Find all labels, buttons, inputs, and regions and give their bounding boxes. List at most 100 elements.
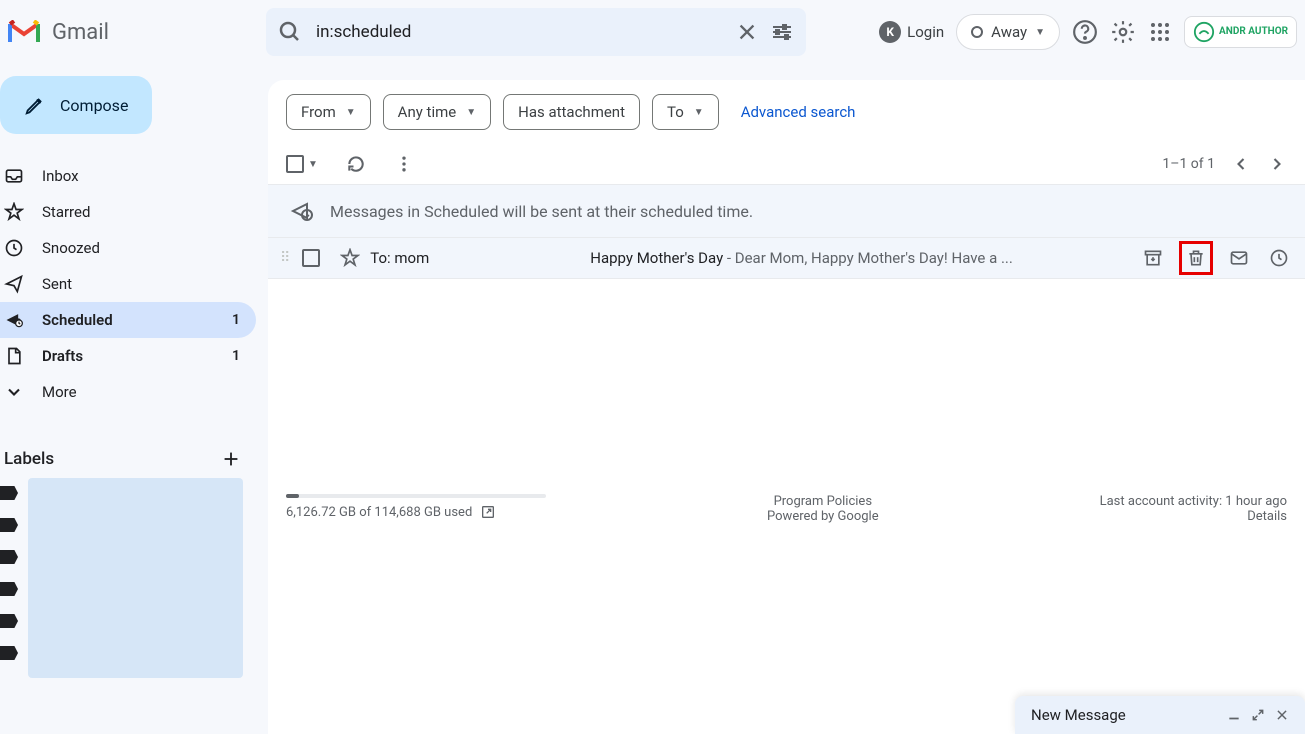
account-badge[interactable]: ANDR AUTHOR	[1184, 16, 1297, 48]
program-policies-link[interactable]: Program Policies	[767, 494, 879, 509]
status-dot-icon	[971, 26, 983, 38]
label-placeholder	[28, 478, 243, 678]
label-tag-icon[interactable]	[0, 550, 18, 564]
nav-inbox[interactable]: Inbox	[0, 158, 256, 194]
chevron-down-icon: ▼	[694, 107, 704, 118]
labels-title: Labels	[4, 449, 54, 469]
filter-from[interactable]: From▼	[286, 94, 371, 130]
add-label-icon[interactable]	[220, 448, 242, 470]
delete-icon[interactable]	[1179, 241, 1213, 275]
status-chip[interactable]: Away ▼	[956, 14, 1060, 50]
compose-popup-controls	[1227, 708, 1289, 722]
clock-icon	[4, 238, 24, 258]
toolbar: ▼ 1–1 of 1	[268, 144, 1305, 184]
expand-icon[interactable]	[1251, 708, 1265, 722]
drafts-icon	[4, 346, 24, 366]
drag-handle-icon[interactable]: ⠿	[280, 250, 288, 266]
nav-count: 1	[232, 312, 240, 328]
next-page-icon[interactable]	[1267, 154, 1287, 174]
footer-center: Program Policies Powered by Google	[767, 494, 879, 524]
toolbar-right: 1–1 of 1	[1162, 154, 1287, 174]
chevron-down-icon	[4, 382, 24, 402]
email-row[interactable]: ⠿ To: mom Happy Mother's Day - Dear Mom,…	[268, 237, 1305, 279]
status-label: Away	[991, 23, 1027, 41]
support-icon[interactable]	[1072, 19, 1098, 45]
apps-grid-icon[interactable]	[1148, 20, 1172, 44]
details-link[interactable]: Details	[1100, 509, 1287, 524]
search-icon[interactable]	[278, 20, 302, 44]
more-menu-icon[interactable]	[394, 154, 414, 174]
nav-snoozed[interactable]: Snoozed	[0, 230, 256, 266]
scheduled-icon	[4, 310, 24, 330]
select-all-checkbox[interactable]	[286, 155, 304, 173]
compose-button[interactable]: Compose	[0, 76, 152, 134]
search-bar[interactable]	[266, 8, 806, 56]
activity-text: Last account activity: 1 hour ago	[1100, 494, 1287, 509]
nav-starred[interactable]: Starred	[0, 194, 256, 230]
nav-scheduled[interactable]: Scheduled 1	[0, 302, 256, 338]
label-tag-icon[interactable]	[0, 518, 18, 532]
scheduled-info-bar: Messages in Scheduled will be sent at th…	[268, 184, 1305, 237]
filter-label: Has attachment	[518, 103, 625, 121]
email-subject-area: Happy Mother's Day - Dear Mom, Happy Mot…	[590, 249, 1013, 267]
search-input[interactable]	[316, 22, 724, 42]
sidebar: Compose Inbox Starred Snoozed Sent Sched…	[0, 64, 256, 734]
pencil-icon	[24, 94, 46, 116]
login-avatar-icon: K	[879, 21, 901, 43]
label-tag-icon[interactable]	[0, 486, 18, 500]
label-tag-icon[interactable]	[0, 614, 18, 628]
minimize-icon[interactable]	[1227, 708, 1241, 722]
footer-left: 6,126.72 GB of 114,688 GB used	[286, 494, 546, 524]
email-recipient: To: mom	[370, 249, 590, 267]
filter-label: To	[667, 103, 684, 121]
filter-bar: From▼ Any time▼ Has attachment To ▼ Advan…	[268, 80, 1305, 144]
logo-area[interactable]: Gmail	[6, 20, 266, 45]
label-tag-icon[interactable]	[0, 582, 18, 596]
info-text: Messages in Scheduled will be sent at th…	[330, 202, 753, 221]
archive-icon[interactable]	[1139, 244, 1167, 272]
star-icon[interactable]	[340, 248, 360, 268]
nav-count: 1	[232, 348, 240, 364]
chevron-down-icon: ▼	[466, 107, 476, 118]
snooze-icon[interactable]	[1265, 244, 1293, 272]
login-badge[interactable]: K Login	[879, 21, 944, 43]
label-tag-icon[interactable]	[0, 646, 18, 660]
advanced-search-link[interactable]: Advanced search	[741, 103, 856, 121]
app-header: Gmail K Login Away ▼	[0, 0, 1305, 64]
chevron-down-icon[interactable]: ▼	[308, 159, 318, 170]
refresh-icon[interactable]	[346, 154, 366, 174]
mark-read-icon[interactable]	[1225, 244, 1253, 272]
nav-drafts[interactable]: Drafts 1	[0, 338, 256, 374]
clear-search-icon[interactable]	[736, 21, 758, 43]
filter-to[interactable]: To ▼	[652, 94, 719, 130]
nav-more[interactable]: More	[0, 374, 256, 410]
scheduled-send-icon	[290, 199, 314, 223]
email-snippet: - Dear Mom, Happy Mother's Day! Have a .…	[723, 249, 1013, 267]
chevron-down-icon: ▼	[346, 107, 356, 118]
row-checkbox[interactable]	[302, 249, 320, 267]
close-icon[interactable]	[1275, 708, 1289, 722]
open-external-icon[interactable]	[480, 504, 496, 520]
nav-label: Drafts	[42, 347, 83, 365]
nav-label: Sent	[42, 275, 72, 293]
filter-anytime[interactable]: Any time▼	[383, 94, 491, 130]
account-logo-icon	[1193, 21, 1215, 43]
main-panel: From▼ Any time▼ Has attachment To ▼ Advan…	[268, 80, 1305, 734]
email-subject: Happy Mother's Day	[590, 249, 723, 267]
nav-label: Inbox	[42, 167, 79, 185]
prev-page-icon[interactable]	[1231, 154, 1251, 174]
filter-attachment[interactable]: Has attachment	[503, 94, 640, 130]
storage-bar	[286, 494, 546, 498]
compose-label: Compose	[60, 96, 128, 115]
row-actions	[1127, 241, 1293, 275]
storage-text: 6,126.72 GB of 114,688 GB used	[286, 505, 472, 520]
footer: 6,126.72 GB of 114,688 GB used Program P…	[286, 494, 1287, 524]
compose-popup[interactable]: New Message	[1015, 696, 1305, 734]
settings-gear-icon[interactable]	[1110, 19, 1136, 45]
nav-sent[interactable]: Sent	[0, 266, 256, 302]
chevron-down-icon: ▼	[1035, 27, 1045, 38]
search-options-icon[interactable]	[770, 20, 794, 44]
powered-by-text: Powered by Google	[767, 509, 879, 524]
nav-label: Starred	[42, 203, 90, 221]
login-label: Login	[907, 23, 944, 41]
